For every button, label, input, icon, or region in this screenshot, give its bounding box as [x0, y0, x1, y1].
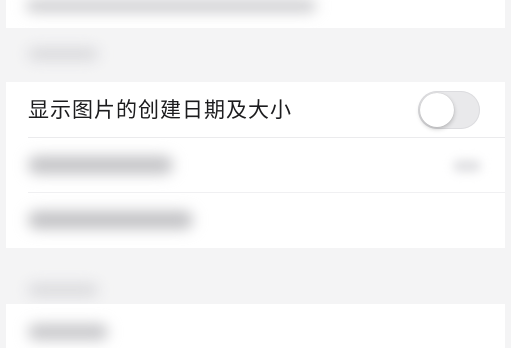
- blurred-placeholder: [28, 284, 98, 296]
- settings-screen: 显示图片的创建日期及大小: [0, 0, 511, 348]
- blurred-placeholder: [453, 160, 481, 172]
- blurred-setting-row: [6, 193, 505, 248]
- setting-row-show-image-date-size[interactable]: 显示图片的创建日期及大小: [6, 82, 505, 138]
- section-header: [0, 248, 511, 304]
- section-header: [0, 28, 511, 82]
- blurred-placeholder: [28, 324, 108, 340]
- blurred-placeholder: [28, 48, 98, 60]
- blurred-placeholder: [28, 211, 193, 229]
- show-image-date-size-toggle[interactable]: [418, 91, 480, 129]
- blurred-top-row: [6, 0, 505, 28]
- blurred-setting-row: [6, 304, 505, 348]
- blurred-placeholder: [28, 156, 173, 174]
- settings-group: 显示图片的创建日期及大小: [6, 82, 505, 248]
- toggle-knob: [420, 93, 454, 127]
- blurred-setting-row: [6, 138, 505, 192]
- blurred-placeholder: [26, 0, 316, 12]
- setting-label: 显示图片的创建日期及大小: [28, 98, 292, 122]
